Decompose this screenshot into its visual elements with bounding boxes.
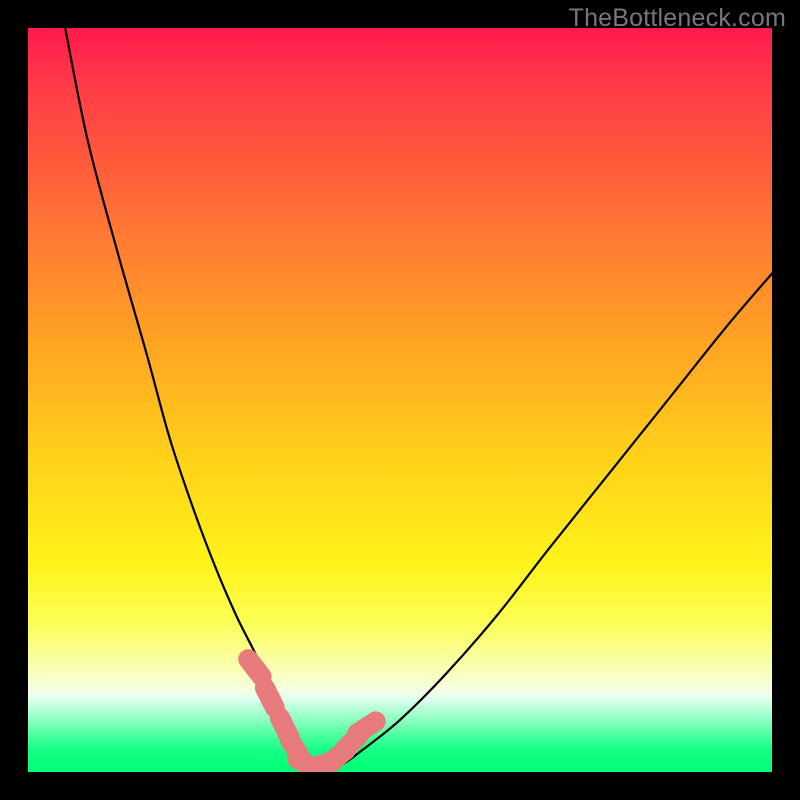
curve-layer [28,28,772,772]
highlight-marker [265,688,275,708]
bottleneck-curve [65,28,772,766]
highlight-marker [357,721,375,733]
highlight-marker [248,659,261,676]
plot-area [28,28,772,772]
chart-frame: TheBottleneck.com [0,0,800,800]
